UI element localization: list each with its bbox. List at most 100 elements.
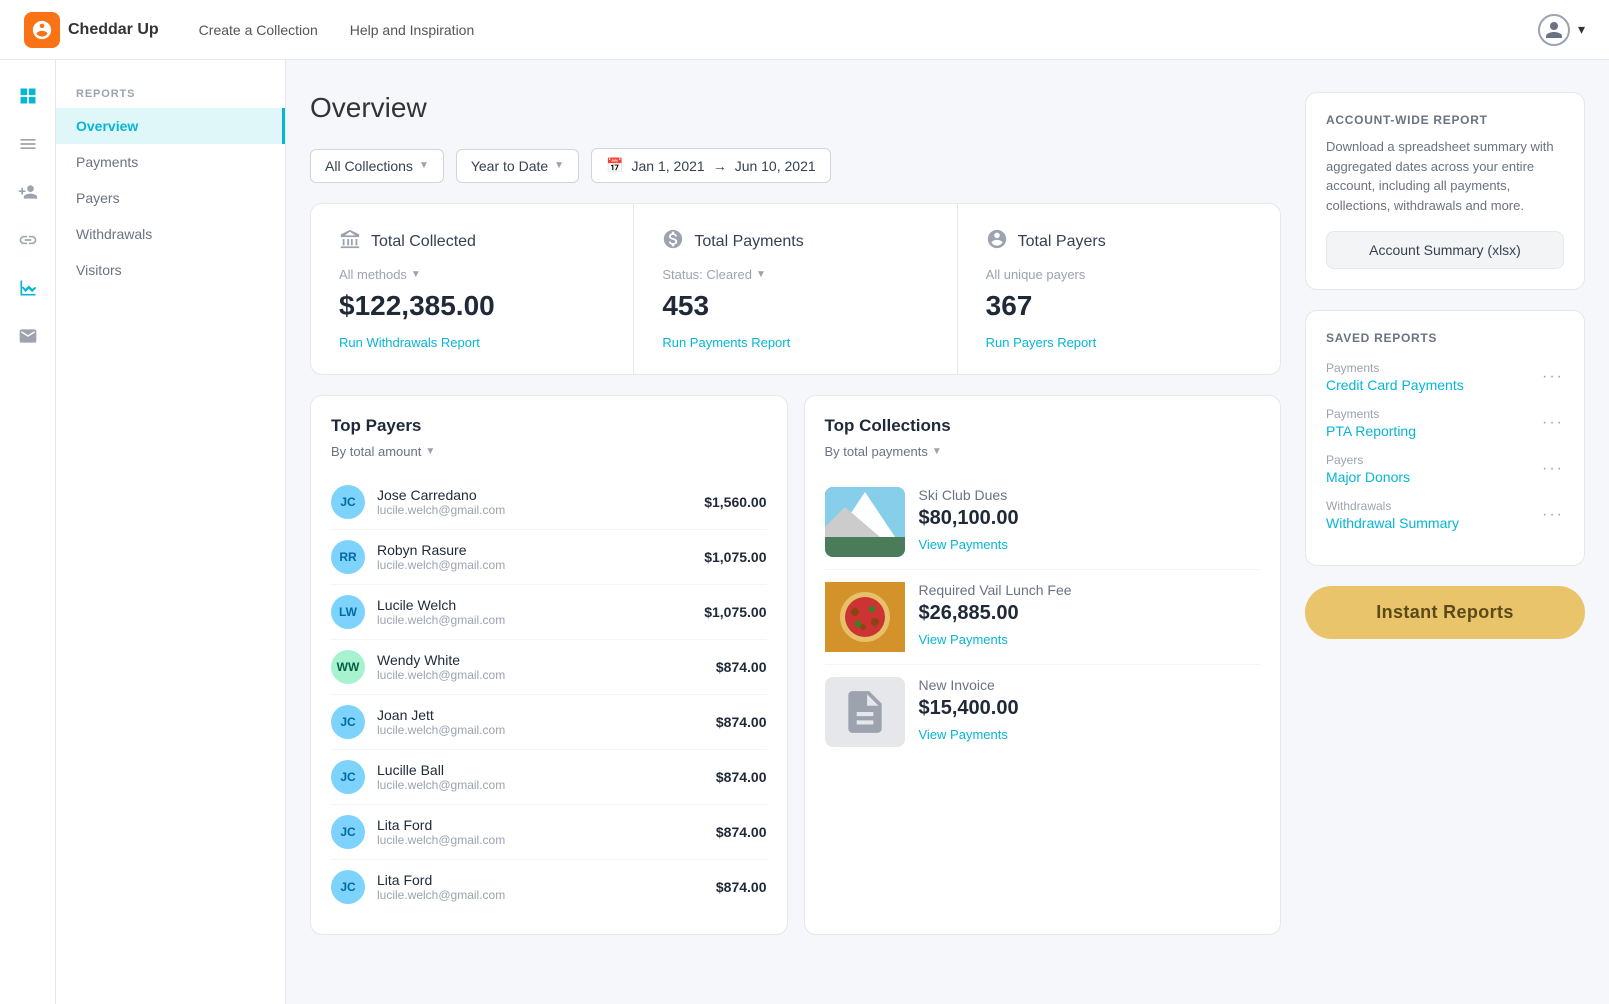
bank-icon [339, 228, 361, 255]
saved-report-menu-4[interactable]: ··· [1542, 506, 1564, 524]
collection-item: Required Vail Lunch Fee $26,885.00 View … [825, 570, 1261, 665]
payer-item: LW Lucile Welch lucile.welch@gmail.com $… [331, 585, 767, 640]
stats-row: Total Collected All methods ▼ $122,385.0… [310, 203, 1281, 375]
total-collected-value: $122,385.00 [339, 290, 605, 322]
collection-info: New Invoice $15,400.00 View Payments [919, 677, 1261, 742]
run-payers-report-link[interactable]: Run Payers Report [986, 335, 1097, 350]
create-collection-link[interactable]: Create a Collection [199, 22, 318, 38]
sidebar-item-visitors[interactable]: Visitors [56, 252, 285, 288]
sort-dropdown-arrow: ▼ [425, 446, 435, 457]
saved-report-menu-1[interactable]: ··· [1542, 368, 1564, 386]
date-range-label: Year to Date [471, 158, 548, 174]
help-inspiration-link[interactable]: Help and Inspiration [350, 22, 475, 38]
link-sidebar-icon[interactable] [8, 220, 48, 260]
payer-avatar: JC [331, 870, 365, 904]
payer-item: JC Lita Ford lucile.welch@gmail.com $874… [331, 860, 767, 914]
instant-reports-button[interactable]: Instant Reports [1305, 586, 1585, 639]
filters-row: All Collections ▼ Year to Date ▼ 📅 Jan 1… [310, 148, 1281, 183]
payer-item: WW Wendy White lucile.welch@gmail.com $8… [331, 640, 767, 695]
collections-sort-label[interactable]: By total payments ▼ [825, 444, 1261, 459]
payers-sort-label[interactable]: By total amount ▼ [331, 444, 767, 459]
payer-info: Lita Ford lucile.welch@gmail.com [377, 872, 704, 902]
payer-amount: $1,560.00 [704, 494, 766, 510]
pta-reporting-link[interactable]: PTA Reporting [1326, 423, 1416, 439]
payer-amount: $874.00 [716, 879, 767, 895]
payer-avatar: JC [331, 705, 365, 739]
collections-filter-arrow: ▼ [419, 160, 429, 171]
payer-name: Joan Jett [377, 707, 704, 723]
dashboard-sidebar-icon[interactable] [8, 76, 48, 116]
user-avatar-icon[interactable] [1538, 14, 1570, 46]
person-add-sidebar-icon[interactable] [8, 172, 48, 212]
collection-amount: $15,400.00 [919, 697, 1261, 720]
methods-dropdown-arrow[interactable]: ▼ [411, 269, 421, 280]
list-sidebar-icon[interactable] [8, 124, 48, 164]
dollar-circle-icon [662, 228, 684, 255]
payer-name: Jose Carredano [377, 487, 692, 503]
payer-email: lucile.welch@gmail.com [377, 833, 704, 847]
view-payments-link-3[interactable]: View Payments [919, 727, 1008, 742]
account-summary-button[interactable]: Account Summary (xlsx) [1326, 231, 1564, 269]
view-payments-link-2[interactable]: View Payments [919, 632, 1008, 647]
major-donors-link[interactable]: Major Donors [1326, 469, 1410, 485]
content-area: Overview All Collections ▼ Year to Date … [310, 92, 1281, 972]
payer-email: lucile.welch@gmail.com [377, 888, 704, 902]
collection-info: Required Vail Lunch Fee $26,885.00 View … [919, 582, 1261, 647]
payer-email: lucile.welch@gmail.com [377, 613, 692, 627]
saved-report-menu-2[interactable]: ··· [1542, 414, 1564, 432]
saved-report-header: Withdrawals Withdrawal Summary ··· [1326, 499, 1564, 531]
top-collections-title: Top Collections [825, 416, 1261, 436]
payer-name: Robyn Rasure [377, 542, 692, 558]
chart-sidebar-icon[interactable] [8, 268, 48, 308]
run-payments-report-link[interactable]: Run Payments Report [662, 335, 790, 350]
collections-filter[interactable]: All Collections ▼ [310, 149, 444, 183]
payer-item: JC Lita Ford lucile.welch@gmail.com $874… [331, 805, 767, 860]
total-collected-card: Total Collected All methods ▼ $122,385.0… [311, 204, 634, 374]
date-range-filter[interactable]: Year to Date ▼ [456, 149, 579, 183]
view-payments-link-1[interactable]: View Payments [919, 537, 1008, 552]
date-range-display[interactable]: 📅 Jan 1, 2021 → Jun 10, 2021 [591, 148, 831, 183]
sidebar-item-withdrawals[interactable]: Withdrawals [56, 216, 285, 252]
saved-report-item: Payers Major Donors ··· [1326, 453, 1564, 485]
collection-name: Required Vail Lunch Fee [919, 582, 1261, 598]
saved-report-header: Payers Major Donors ··· [1326, 453, 1564, 485]
collection-item: New Invoice $15,400.00 View Payments [825, 665, 1261, 759]
payer-item: RR Robyn Rasure lucile.welch@gmail.com $… [331, 530, 767, 585]
saved-report-item: Payments PTA Reporting ··· [1326, 407, 1564, 439]
sidebar-item-payments[interactable]: Payments [56, 144, 285, 180]
withdrawal-summary-link[interactable]: Withdrawal Summary [1326, 515, 1459, 531]
payer-name: Lucile Welch [377, 597, 692, 613]
payer-avatar: JC [331, 760, 365, 794]
collections-sort-arrow: ▼ [932, 446, 942, 457]
stat-header-payments: Total Payments [662, 228, 928, 255]
logo-icon [24, 12, 60, 48]
payer-email: lucile.welch@gmail.com [377, 558, 692, 572]
saved-report-header: Payments PTA Reporting ··· [1326, 407, 1564, 439]
total-payments-card: Total Payments Status: Cleared ▼ 453 Run… [634, 204, 957, 374]
saved-reports-card: SAVED REPORTS Payments Credit Card Payme… [1305, 310, 1585, 566]
main-content: Overview All Collections ▼ Year to Date … [286, 60, 1609, 1004]
right-panel: ACCOUNT-WIDE REPORT Download a spreadshe… [1305, 92, 1585, 972]
payer-name: Lucille Ball [377, 762, 704, 778]
user-dropdown-arrow[interactable]: ▾ [1578, 21, 1585, 38]
logo[interactable]: Cheddar Up [24, 12, 159, 48]
credit-card-payments-link[interactable]: Credit Card Payments [1326, 377, 1464, 393]
payer-info: Lita Ford lucile.welch@gmail.com [377, 817, 704, 847]
payer-avatar: JC [331, 815, 365, 849]
saved-report-menu-3[interactable]: ··· [1542, 460, 1564, 478]
mail-sidebar-icon[interactable] [8, 316, 48, 356]
saved-report-item: Payments Credit Card Payments ··· [1326, 361, 1564, 393]
invoice-image [825, 677, 905, 747]
run-withdrawals-report-link[interactable]: Run Withdrawals Report [339, 335, 480, 350]
saved-report-item: Withdrawals Withdrawal Summary ··· [1326, 499, 1564, 531]
sidebar-item-overview[interactable]: Overview [56, 108, 285, 144]
saved-report-header: Payments Credit Card Payments ··· [1326, 361, 1564, 393]
status-dropdown-arrow[interactable]: ▼ [756, 269, 766, 280]
payer-avatar: JC [331, 485, 365, 519]
total-collected-subtitle: All methods ▼ [339, 267, 605, 282]
payer-info: Joan Jett lucile.welch@gmail.com [377, 707, 704, 737]
total-payers-subtitle: All unique payers [986, 267, 1252, 282]
payer-item: JC Jose Carredano lucile.welch@gmail.com… [331, 475, 767, 530]
logo-text: Cheddar Up [68, 21, 159, 39]
sidebar-item-payers[interactable]: Payers [56, 180, 285, 216]
